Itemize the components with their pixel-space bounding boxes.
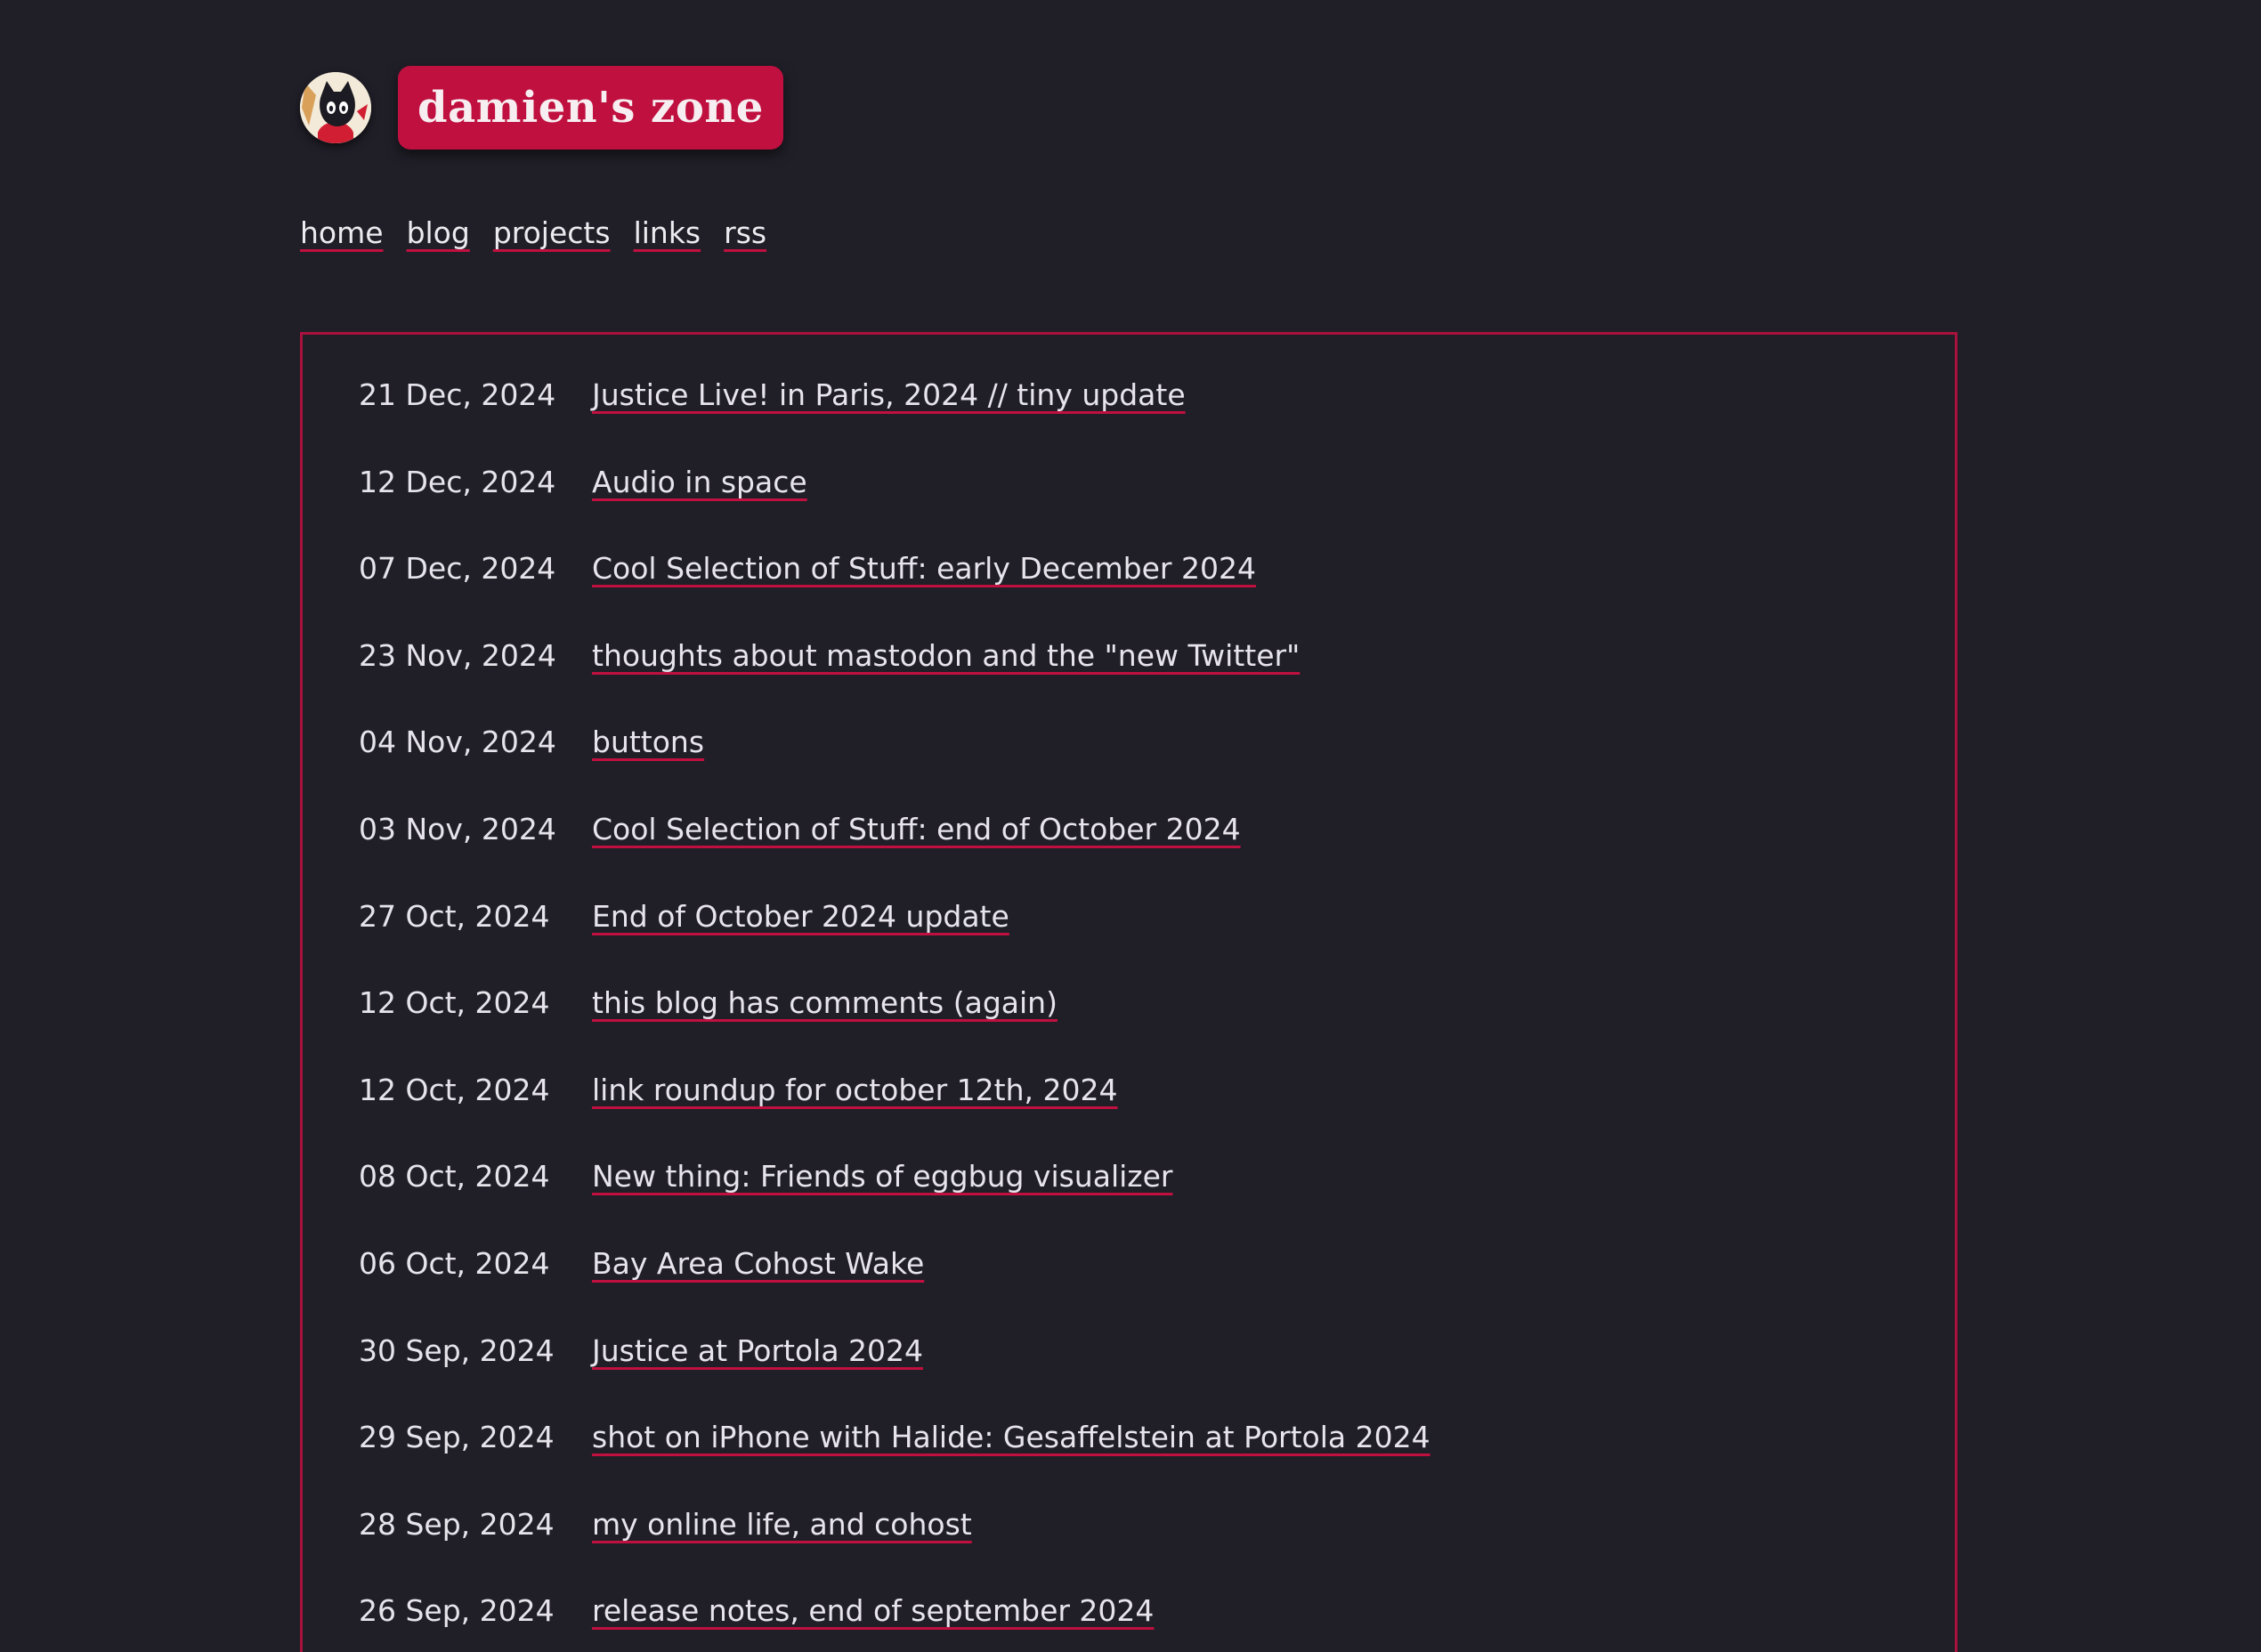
post-link[interactable]: link roundup for october 12th, 2024	[592, 1073, 1117, 1107]
post-row: 21 Dec, 2024 Justice Live! in Paris, 202…	[359, 377, 1430, 465]
post-row: 04 Nov, 2024 buttons	[359, 725, 1430, 812]
post-row: 12 Dec, 2024 Audio in space	[359, 465, 1430, 552]
post-link[interactable]: thoughts about mastodon and the "new Twi…	[592, 638, 1300, 673]
nav-link-blog[interactable]: blog	[407, 215, 470, 250]
post-date: 21 Dec, 2024	[359, 377, 556, 412]
post-date: 12 Dec, 2024	[359, 464, 556, 499]
site-title[interactable]: damien's zone	[417, 83, 764, 133]
nav-link-projects[interactable]: projects	[493, 215, 611, 250]
post-date: 03 Nov, 2024	[359, 811, 556, 846]
post-date: 04 Nov, 2024	[359, 725, 556, 760]
post-link[interactable]: Justice Live! in Paris, 2024 // tiny upd…	[592, 377, 1186, 412]
post-row: 23 Nov, 2024 thoughts about mastodon and…	[359, 638, 1430, 725]
post-row: 28 Sep, 2024 my online life, and cohost	[359, 1507, 1430, 1594]
post-list-box: 21 Dec, 2024 Justice Live! in Paris, 202…	[300, 332, 1957, 1652]
post-link[interactable]: Cool Selection of Stuff: end of October …	[592, 812, 1241, 846]
post-row: 29 Sep, 2024 shot on iPhone with Halide:…	[359, 1420, 1430, 1507]
post-date: 06 Oct, 2024	[359, 1245, 550, 1281]
post-date: 27 Oct, 2024	[359, 898, 550, 934]
post-date: 07 Dec, 2024	[359, 551, 556, 587]
post-date: 30 Sep, 2024	[359, 1332, 555, 1368]
post-date: 12 Oct, 2024	[359, 985, 550, 1021]
site-title-badge[interactable]: damien's zone	[398, 66, 783, 150]
site-header: damien's zone	[300, 66, 783, 150]
post-date: 12 Oct, 2024	[359, 1072, 550, 1107]
post-row: 06 Oct, 2024 Bay Area Cohost Wake	[359, 1246, 1430, 1333]
post-row: 26 Sep, 2024 release notes, end of septe…	[359, 1593, 1430, 1652]
post-row: 30 Sep, 2024 Justice at Portola 2024	[359, 1333, 1430, 1421]
post-row: 27 Oct, 2024 End of October 2024 update	[359, 899, 1430, 986]
post-date: 08 Oct, 2024	[359, 1159, 550, 1194]
cat-avatar-graphic	[300, 72, 371, 143]
post-link[interactable]: Cool Selection of Stuff: early December …	[592, 551, 1256, 586]
page: damien's zone home blog projects links r…	[0, 0, 2261, 1652]
post-row: 07 Dec, 2024 Cool Selection of Stuff: ea…	[359, 551, 1430, 638]
post-link[interactable]: New thing: Friends of eggbug visualizer	[592, 1159, 1172, 1194]
post-date: 26 Sep, 2024	[359, 1593, 555, 1629]
post-row: 03 Nov, 2024 Cool Selection of Stuff: en…	[359, 812, 1430, 899]
post-link[interactable]: Bay Area Cohost Wake	[592, 1246, 924, 1281]
nav-link-links[interactable]: links	[634, 215, 701, 250]
post-date: 23 Nov, 2024	[359, 637, 556, 673]
nav-link-home[interactable]: home	[300, 215, 384, 250]
post-date: 29 Sep, 2024	[359, 1420, 555, 1455]
nav-link-rss[interactable]: rss	[724, 215, 766, 250]
post-link[interactable]: shot on iPhone with Halide: Gesaffelstei…	[592, 1420, 1430, 1454]
post-list: 21 Dec, 2024 Justice Live! in Paris, 202…	[359, 377, 1430, 1652]
post-link[interactable]: End of October 2024 update	[592, 899, 1009, 934]
post-date: 28 Sep, 2024	[359, 1506, 555, 1542]
post-row: 12 Oct, 2024 this blog has comments (aga…	[359, 985, 1430, 1073]
main-nav: home blog projects links rss	[300, 215, 766, 250]
post-link[interactable]: Justice at Portola 2024	[592, 1333, 923, 1368]
post-row: 08 Oct, 2024 New thing: Friends of eggbu…	[359, 1159, 1430, 1246]
post-link[interactable]: this blog has comments (again)	[592, 985, 1058, 1020]
post-row: 12 Oct, 2024 link roundup for october 12…	[359, 1073, 1430, 1160]
post-link[interactable]: buttons	[592, 725, 704, 759]
post-link[interactable]: Audio in space	[592, 465, 807, 499]
post-link[interactable]: release notes, end of september 2024	[592, 1593, 1154, 1628]
cat-avatar-icon[interactable]	[300, 72, 371, 143]
post-link[interactable]: my online life, and cohost	[592, 1507, 972, 1542]
